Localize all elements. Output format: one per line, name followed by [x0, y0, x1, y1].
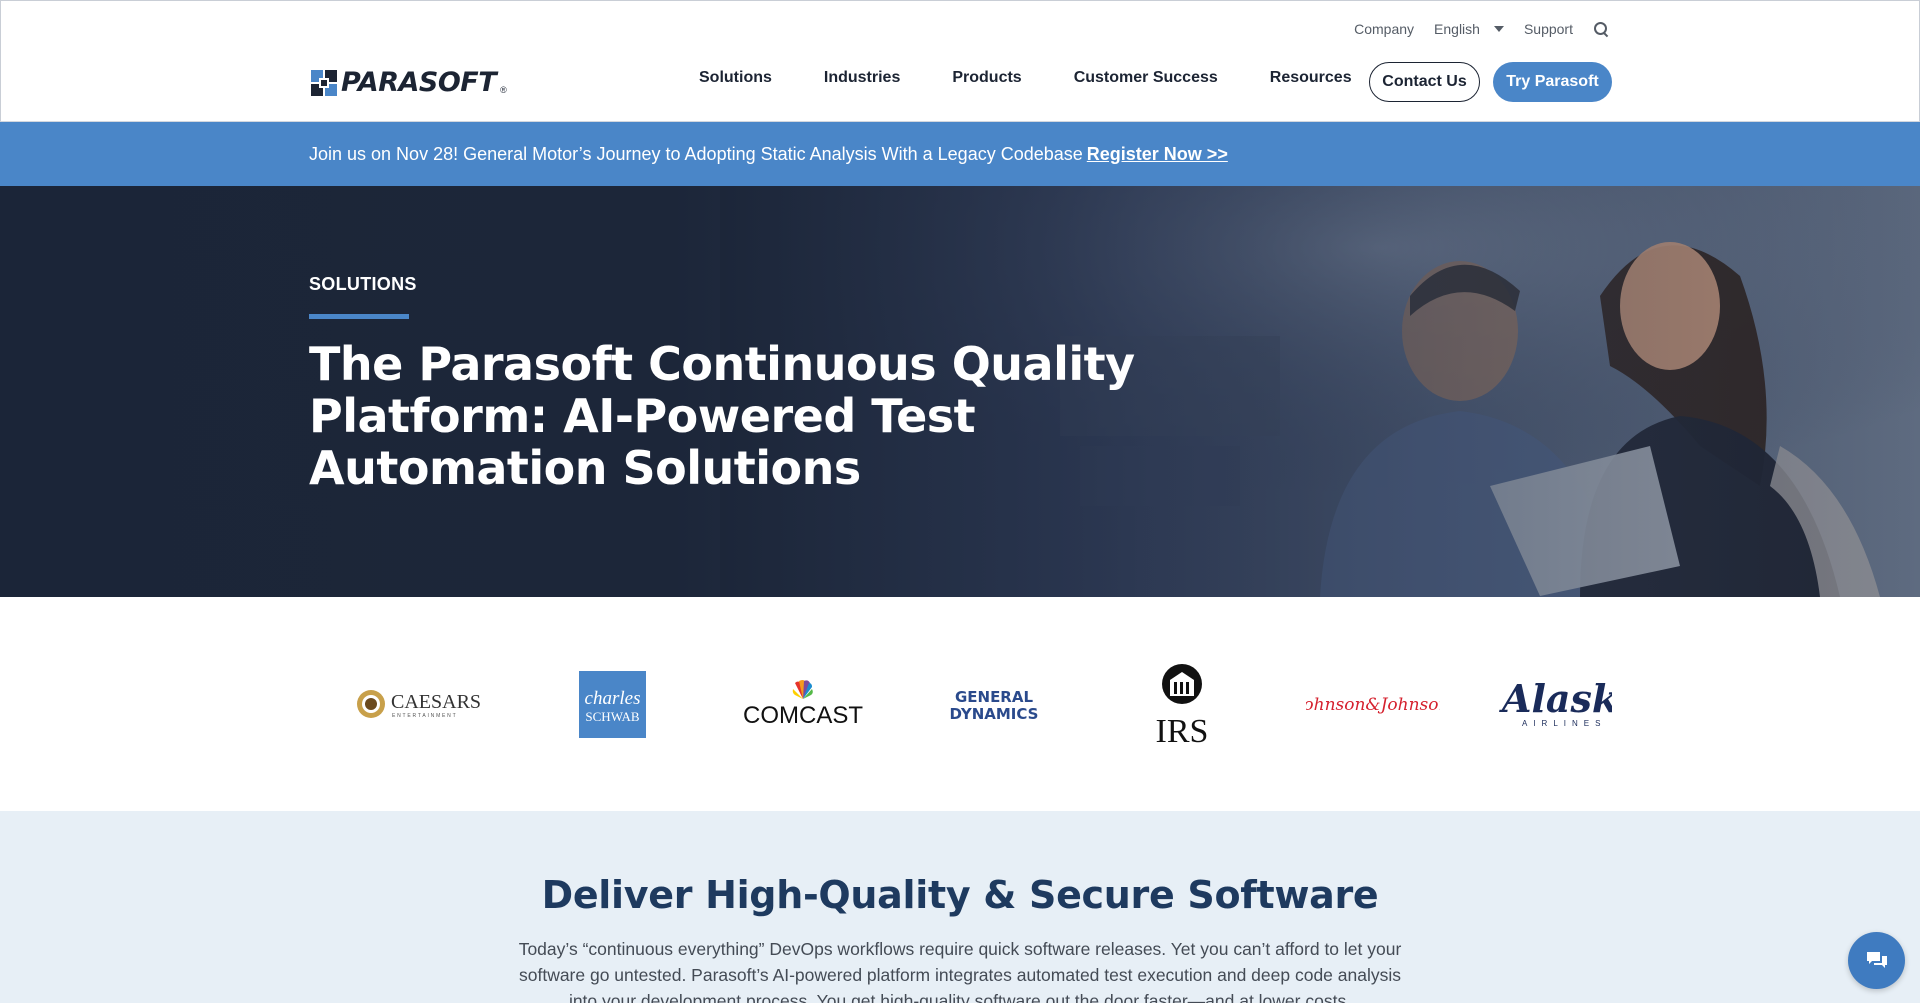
hero-eyebrow: SOLUTIONS — [309, 274, 417, 294]
gd-logo-text: GENERAL — [955, 688, 1034, 706]
irs-logo-mark: IRS — [1156, 664, 1209, 746]
nav-resources[interactable]: Resources — [1270, 69, 1352, 87]
comcast-logo-text: COMCAST — [743, 702, 863, 729]
chat-button[interactable] — [1848, 932, 1905, 989]
caesars-logo-mark: CAESARS ENTERTAINMENT — [357, 690, 481, 719]
comcast-logo-mark: COMCAST — [743, 680, 863, 729]
caesars-logo-subtext: ENTERTAINMENT — [392, 713, 457, 719]
search-icon[interactable] — [1593, 21, 1609, 37]
jj-logo-mark: Johnson&Johnson — [1306, 695, 1440, 715]
irs-logo-text: IRS — [1156, 713, 1209, 746]
schwab-logo-mark: charles SCHWAB — [579, 670, 646, 738]
customer-logos: CAESARS ENTERTAINMENT charles SCHWAB COM… — [0, 597, 1920, 811]
irs-logo: IRS — [1150, 597, 1214, 811]
alaska-airlines-logo: Alaska AIRLINES — [1498, 597, 1612, 811]
nav-industries[interactable]: Industries — [824, 69, 900, 87]
schwab-logo-subtext: SCHWAB — [585, 709, 640, 724]
announcement-bar: Join us on Nov 28! General Motor’s Journ… — [0, 122, 1920, 186]
support-link[interactable]: Support — [1524, 21, 1573, 37]
parasoft-logo[interactable]: PARASOFT ® — [311, 67, 507, 98]
caret-down-icon — [1493, 26, 1504, 32]
gd-logo-mark: GENERAL DYNAMICS — [950, 688, 1039, 722]
jj-logo-text: Johnson&Johnson — [1306, 695, 1440, 715]
register-now-link[interactable]: Register Now >> — [1087, 144, 1228, 165]
alaska-logo-subtext: AIRLINES — [1522, 719, 1606, 728]
contact-us-button[interactable]: Contact Us — [1369, 62, 1480, 102]
logo-registered: ® — [500, 85, 507, 95]
gd-logo-subtext: DYNAMICS — [950, 705, 1039, 722]
charles-schwab-logo: charles SCHWAB — [579, 597, 646, 811]
intro-title: Deliver High-Quality & Secure Software — [541, 873, 1379, 917]
company-link[interactable]: Company — [1354, 21, 1414, 37]
try-parasoft-button[interactable]: Try Parasoft — [1493, 62, 1612, 102]
intro-text: Today’s “continuous everything” DevOps w… — [518, 939, 1402, 1003]
nav-products[interactable]: Products — [952, 69, 1021, 87]
nav-solutions[interactable]: Solutions — [699, 69, 772, 87]
intro-section: Deliver High-Quality & Secure Software T… — [0, 811, 1920, 1003]
comcast-logo: COMCAST — [740, 597, 866, 811]
main-nav: Solutions Industries Products Customer S… — [699, 69, 1352, 87]
parasoft-logo-mark-icon — [311, 69, 337, 96]
language-selector[interactable]: English — [1434, 21, 1504, 37]
nav-customer-success[interactable]: Customer Success — [1074, 69, 1218, 87]
alaska-logo-text: Alaska — [1499, 678, 1612, 721]
hero-banner: SOLUTIONS The Parasoft Continuous Qualit… — [0, 186, 1920, 597]
schwab-logo-text: charles — [585, 688, 641, 709]
johnson-johnson-logo: Johnson&Johnson — [1306, 597, 1440, 811]
hero-title: The Parasoft Continuous Quality Platform… — [309, 337, 1135, 495]
utility-nav: Company English Support — [1354, 21, 1609, 37]
announcement-text: Join us on Nov 28! General Motor’s Journ… — [309, 143, 1083, 164]
language-label: English — [1434, 21, 1480, 37]
caesars-logo: CAESARS ENTERTAINMENT — [355, 597, 490, 811]
logo-text: PARASOFT — [341, 67, 497, 98]
caesars-logo-text: CAESARS — [391, 691, 481, 713]
general-dynamics-logo: GENERAL DYNAMICS — [928, 597, 1060, 811]
hero-underline — [309, 314, 409, 319]
chat-icon — [1866, 951, 1887, 968]
site-header: Company English Support PARASOFT ® Solut… — [0, 0, 1920, 122]
alaska-logo-mark: Alaska AIRLINES — [1499, 678, 1612, 728]
